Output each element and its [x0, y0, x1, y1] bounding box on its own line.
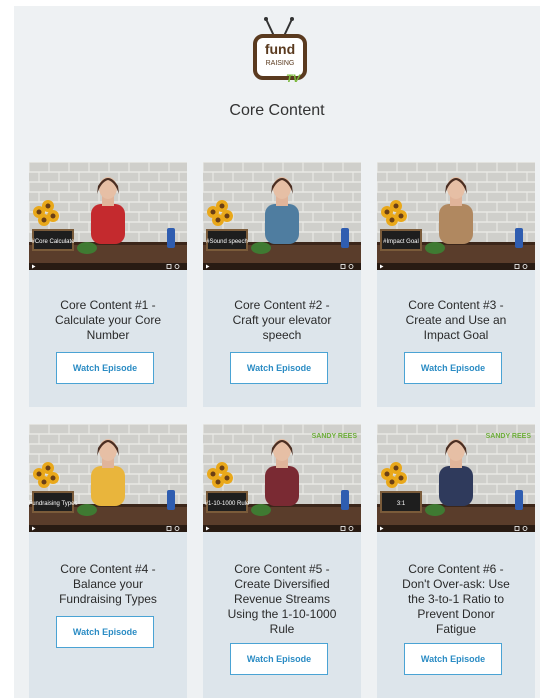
- person-shirt: [91, 466, 125, 506]
- chalkboard-text: #Sound speech: [206, 239, 248, 245]
- video-control-bar: [203, 263, 361, 270]
- episode-thumbnail[interactable]: #Impact Goal: [377, 162, 535, 270]
- person-shirt: [439, 466, 473, 506]
- video-thumbnail-image: #Sound speech: [203, 162, 361, 270]
- watch-episode-button[interactable]: Watch Episode: [404, 643, 502, 675]
- episode-card: Fundraising Types Core Content #4 - Balan…: [29, 424, 187, 698]
- person-face: [273, 177, 291, 199]
- episode-title: Core Content #6 - Don't Over-ask: Use the …: [402, 562, 510, 636]
- person-face: [447, 177, 465, 199]
- video-control-bar: [377, 525, 535, 532]
- host-name-banner: SANDY REES: [486, 433, 532, 440]
- chalkboard-text: #Impact Goal: [383, 239, 419, 245]
- plant: [77, 504, 97, 516]
- person-face: [99, 177, 117, 199]
- chalkboard-text: 3:1: [397, 501, 406, 507]
- episode-card: #Impact Goal Core Content #3 - Create and…: [377, 162, 535, 407]
- thermos: [341, 490, 349, 510]
- fundraising-tv-logo[interactable]: fund RAISING TV: [249, 14, 311, 86]
- host-name-banner: SANDY REES: [312, 433, 358, 440]
- video-thumbnail-image: #Core Calculate: [29, 162, 187, 270]
- plant: [77, 242, 97, 254]
- episode-thumbnail[interactable]: Fundraising Types: [29, 424, 187, 532]
- plant: [251, 242, 271, 254]
- video-control-bar: [203, 525, 361, 532]
- page-container: fund RAISING TV Core Content #Core Calcu…: [14, 6, 540, 698]
- person-shirt: [91, 204, 125, 244]
- plant: [425, 242, 445, 254]
- video-control-bar: [377, 263, 535, 270]
- plant: [251, 504, 271, 516]
- episode-title: Core Content #1 - Calculate your Core Numb…: [54, 298, 162, 342]
- video-control-bar: [29, 263, 187, 270]
- episode-card: #1-10-1000 Rule SANDY REES Core Content #…: [203, 424, 361, 698]
- episode-thumbnail[interactable]: 3:1 SANDY REES: [377, 424, 535, 532]
- person-shirt: [265, 466, 299, 506]
- watch-episode-button[interactable]: Watch Episode: [230, 352, 328, 384]
- episode-title: Core Content #2 - Craft your elevator spee…: [232, 298, 332, 342]
- episode-thumbnail[interactable]: #Core Calculate: [29, 162, 187, 270]
- thermos: [341, 228, 349, 248]
- chalkboard-text: #Core Calculate: [31, 239, 75, 245]
- video-thumbnail-image: #Impact Goal: [377, 162, 535, 270]
- episode-card: 3:1 SANDY REES Core Content #6 - Don't Ove…: [377, 424, 535, 698]
- chalkboard-text: Fundraising Types: [29, 501, 77, 507]
- watch-episode-button[interactable]: Watch Episode: [56, 352, 154, 384]
- episode-title: Core Content #5 - Create Diversified Reven…: [227, 562, 337, 636]
- watch-episode-button[interactable]: Watch Episode: [230, 643, 328, 675]
- thermos: [515, 490, 523, 510]
- episode-card: #Core Calculate Core Content #1 - Calcula…: [29, 162, 187, 407]
- episode-title: Core Content #3 - Create and Use an Impact…: [405, 298, 507, 342]
- person-shirt: [439, 204, 473, 244]
- logo-top-word: fund: [265, 41, 295, 57]
- plant: [425, 504, 445, 516]
- episode-thumbnail[interactable]: #Sound speech: [203, 162, 361, 270]
- video-control-bar: [29, 525, 187, 532]
- person-face: [273, 439, 291, 461]
- thermos: [167, 490, 175, 510]
- watch-episode-button[interactable]: Watch Episode: [56, 616, 154, 648]
- video-thumbnail-image: 3:1 SANDY REES: [377, 424, 535, 532]
- page-title: Core Content: [229, 102, 325, 119]
- person-face: [447, 439, 465, 461]
- logo-middle-word: RAISING: [266, 60, 295, 67]
- person-face: [99, 439, 117, 461]
- thermos: [515, 228, 523, 248]
- thermos: [167, 228, 175, 248]
- chalkboard-text: #1-10-1000 Rule: [205, 501, 250, 507]
- episode-thumbnail[interactable]: #1-10-1000 Rule SANDY REES: [203, 424, 361, 532]
- episode-card: #Sound speech Core Content #2 - Craft you…: [203, 162, 361, 407]
- watch-episode-button[interactable]: Watch Episode: [404, 352, 502, 384]
- episode-title: Core Content #4 - Balance your Fundraising…: [59, 562, 157, 606]
- video-thumbnail-image: Fundraising Types: [29, 424, 187, 532]
- person-shirt: [265, 204, 299, 244]
- logo-bottom-word: TV: [286, 73, 302, 85]
- video-thumbnail-image: #1-10-1000 Rule SANDY REES: [203, 424, 361, 532]
